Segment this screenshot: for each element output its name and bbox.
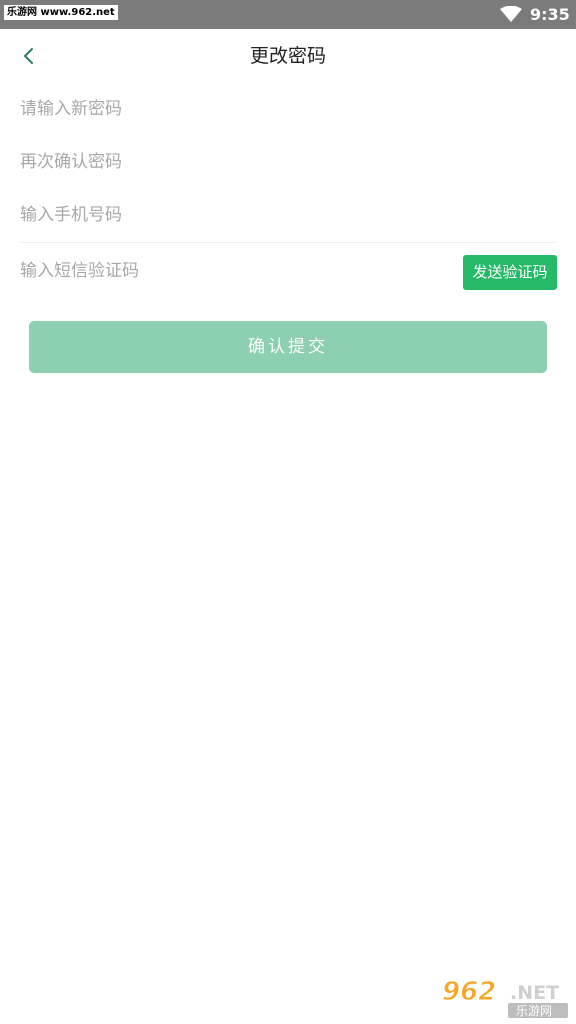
sms-code-field — [20, 245, 450, 297]
svg-text:乐游网: 乐游网 — [516, 1004, 552, 1018]
svg-text:.NET: .NET — [510, 982, 559, 1004]
status-bar: 乐游网 www.962.net 9:35 — [0, 0, 576, 29]
submit-button[interactable]: 确认提交 — [29, 321, 547, 373]
send-code-button[interactable]: 发送验证码 — [463, 255, 557, 290]
status-clock: 9:35 — [530, 5, 570, 24]
site-watermark: 乐游网 www.962.net — [4, 5, 118, 20]
sms-code-input[interactable] — [20, 245, 450, 297]
divider — [20, 242, 556, 243]
wifi-icon — [500, 6, 522, 22]
site-logo-watermark: 962 .NET 乐游网 — [436, 972, 572, 1020]
confirm-password-input[interactable] — [20, 136, 556, 188]
phone-field — [20, 189, 556, 241]
new-password-field — [20, 83, 556, 135]
phone-input[interactable] — [20, 189, 556, 241]
new-password-input[interactable] — [20, 83, 556, 135]
logo-image: 962 .NET 乐游网 — [442, 977, 568, 1018]
confirm-password-field — [20, 136, 556, 188]
page-title: 更改密码 — [249, 45, 326, 67]
nav-bar: 更改密码 — [0, 29, 576, 83]
svg-text:962: 962 — [442, 977, 496, 1007]
